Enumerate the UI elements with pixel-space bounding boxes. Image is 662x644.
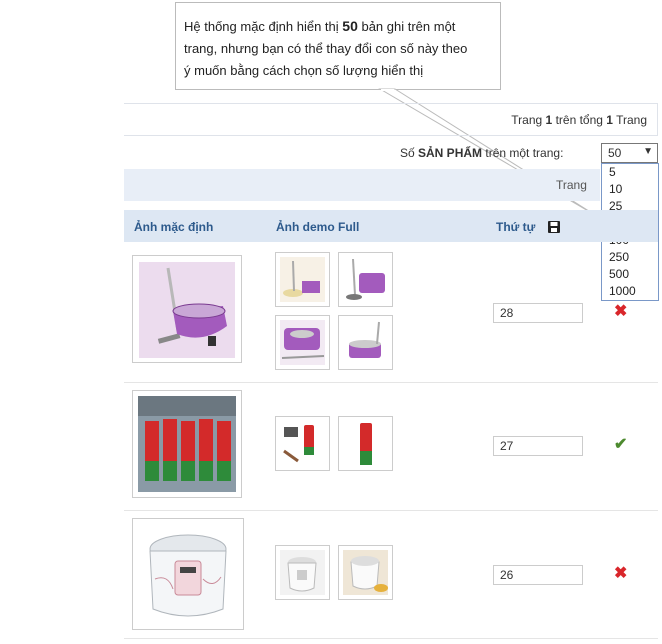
pagination-bar-label: Trang: [556, 178, 587, 192]
per-page-option[interactable]: 5: [602, 164, 658, 181]
column-main-image: Ảnh mặc định: [134, 220, 214, 234]
mop-thumb-image: [280, 320, 325, 365]
check-icon[interactable]: ✔: [614, 437, 627, 453]
per-page-label: Số SẢN PHẨM trên một trang:: [400, 146, 564, 160]
tooltip-line-1: Hệ thống mặc định hiển thị 50 bản ghi tr…: [184, 18, 456, 34]
product-main-image[interactable]: [132, 518, 244, 630]
tooltip-line-2: trang, nhưng bạn có thể thay đổi con số …: [184, 41, 468, 56]
order-input[interactable]: 26: [493, 565, 583, 585]
rice-cooker-thumb-image: [280, 550, 325, 595]
rice-cooker-image: [149, 534, 227, 617]
save-icon[interactable]: [548, 221, 560, 233]
spray-thumb-image: [343, 421, 388, 466]
table-header-extra: [600, 210, 658, 242]
mop-thumb-image: [343, 320, 388, 365]
spray-thumb-image: [280, 421, 325, 466]
dropdown-arrow-icon: ▼: [643, 146, 653, 157]
table-row: 27 ✔: [124, 383, 658, 511]
rice-cooker-thumb-image: [343, 550, 388, 595]
demo-thumbnail[interactable]: [338, 252, 393, 307]
x-icon[interactable]: ✖: [614, 304, 627, 320]
mop-thumb-image: [280, 257, 325, 302]
table-row: 26 ✖: [124, 511, 658, 639]
demo-thumbnail[interactable]: [338, 545, 393, 600]
order-input[interactable]: 27: [493, 436, 583, 456]
demo-thumbnail[interactable]: [275, 252, 330, 307]
column-demo-images: Ảnh demo Full: [276, 220, 360, 234]
pagination-bar: Trang: [124, 169, 600, 201]
demo-thumbnail[interactable]: [275, 545, 330, 600]
column-order[interactable]: Thứ tự: [496, 220, 535, 234]
demo-thumbnail[interactable]: [275, 315, 330, 370]
product-main-image[interactable]: [132, 390, 242, 498]
pagination-info: Trang 1 trên tổng 1 Trang: [124, 103, 658, 136]
mop-thumb-image: [343, 257, 388, 302]
per-page-select[interactable]: 50 ▼: [601, 143, 658, 163]
demo-thumbnail[interactable]: [338, 416, 393, 471]
demo-thumbnail[interactable]: [275, 416, 330, 471]
order-input[interactable]: 28: [493, 303, 583, 323]
product-main-image[interactable]: [132, 255, 242, 363]
table-header: Ảnh mặc định Ảnh demo Full Thứ tự: [124, 210, 600, 242]
per-page-option[interactable]: 10: [602, 181, 658, 198]
table-row: 28 ✖: [124, 242, 658, 383]
demo-thumbnail[interactable]: [338, 315, 393, 370]
mop-image: [139, 262, 235, 358]
spray-image: [138, 396, 236, 492]
x-icon[interactable]: ✖: [614, 566, 627, 582]
tooltip-callout: Hệ thống mặc định hiển thị 50 bản ghi tr…: [175, 2, 501, 90]
tooltip-line-3: ý muốn bằng cách chọn số lượng hiển thị: [184, 63, 424, 78]
